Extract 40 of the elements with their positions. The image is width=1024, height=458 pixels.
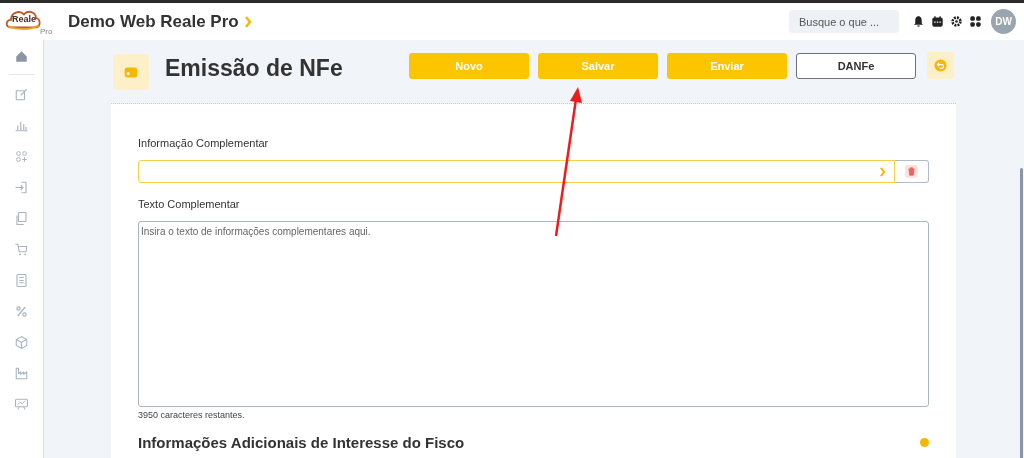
- settings-icon[interactable]: [950, 15, 963, 28]
- percent-icon[interactable]: [14, 304, 29, 319]
- search-field[interactable]: Busque o que ...: [789, 10, 899, 33]
- status-dot: [920, 438, 929, 447]
- field-label: Informação Complementar: [138, 137, 270, 149]
- action-button[interactable]: Enviar: [667, 52, 787, 79]
- undo-icon: [934, 59, 947, 72]
- chevron-icon[interactable]: [243, 15, 252, 28]
- grid-icon[interactable]: [14, 149, 29, 164]
- action-button[interactable]: Salvar: [538, 52, 658, 79]
- text-area[interactable]: Insira o texto de informações complementares aqui.: [138, 221, 929, 407]
- undo-button[interactable]: [927, 52, 954, 79]
- trash-icon: [905, 165, 918, 178]
- apps-icon[interactable]: [969, 15, 982, 28]
- wallet-icon: [113, 53, 149, 90]
- cube-icon[interactable]: [14, 335, 29, 350]
- action-button[interactable]: DANFe: [796, 52, 916, 79]
- calculator-icon[interactable]: [14, 273, 29, 288]
- chevron-icon: [879, 166, 886, 177]
- scrollbar[interactable]: [1020, 168, 1023, 458]
- edit-icon[interactable]: [14, 87, 29, 102]
- logo-subtext: Pro: [40, 26, 53, 36]
- home-icon[interactable]: [14, 49, 29, 64]
- factory-icon[interactable]: [14, 366, 29, 381]
- presentation-icon[interactable]: [14, 397, 29, 412]
- copy-icon[interactable]: [14, 211, 29, 226]
- login-icon[interactable]: [14, 180, 29, 195]
- bell-icon[interactable]: [912, 15, 925, 28]
- page-title: Emissão de NFe: [165, 55, 344, 82]
- section-title: Informações Adicionais de Interesse do Fisco: [138, 434, 465, 451]
- action-button[interactable]: Novo: [409, 52, 529, 79]
- cart-icon[interactable]: [14, 242, 29, 257]
- select-field[interactable]: [138, 160, 895, 183]
- app-title: Demo Web Reale Pro: [68, 11, 239, 32]
- field-label: Texto Complementar: [138, 198, 241, 210]
- character-counter: 3950 caracteres restantes.: [138, 410, 246, 420]
- calendar-icon[interactable]: [931, 15, 944, 28]
- logo-text: Reale: [12, 13, 37, 24]
- user-avatar[interactable]: DW: [991, 9, 1016, 34]
- delete-button[interactable]: [895, 160, 929, 183]
